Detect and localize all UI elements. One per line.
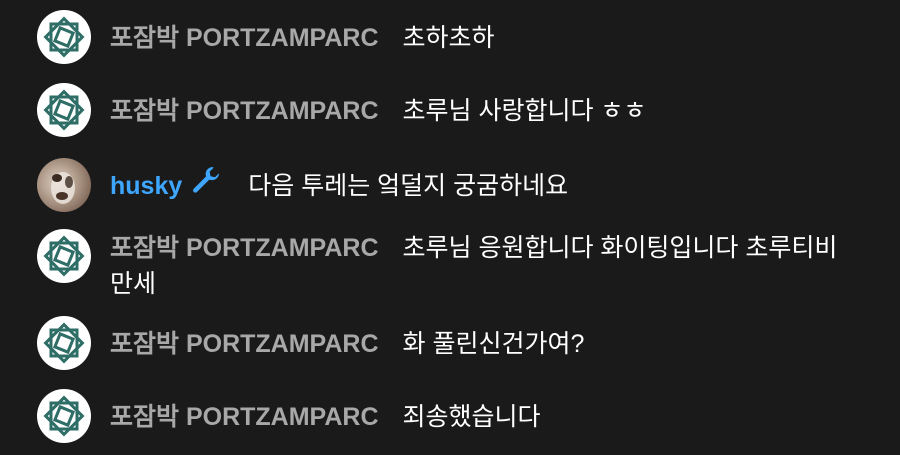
message-text: 화 풀린신건가여? xyxy=(402,330,585,358)
portzamparc-logo-icon xyxy=(43,89,85,131)
portzamparc-logo-icon xyxy=(43,395,85,437)
message-text: 다음 투레는 엌덜지 궁굼하네요 xyxy=(248,172,569,200)
live-chat: 포잠박 PORTZAMPARC 초하초하 포잠박 PORTZAMPARC 초루님 사… xyxy=(0,0,900,455)
avatar[interactable] xyxy=(37,83,91,137)
author-name[interactable]: 포잠박 PORTZAMPARC xyxy=(110,97,379,125)
avatar[interactable] xyxy=(37,158,91,212)
message-text: 죄송했습니다 xyxy=(402,403,541,431)
message-text: 초하초하 xyxy=(402,24,495,52)
portzamparc-logo-icon xyxy=(43,322,85,364)
portzamparc-logo-icon xyxy=(43,235,85,277)
avatar[interactable] xyxy=(37,389,91,443)
avatar[interactable] xyxy=(37,316,91,370)
author-name[interactable]: 포잠박 PORTZAMPARC xyxy=(110,24,379,52)
avatar[interactable] xyxy=(37,229,91,283)
wrench-icon xyxy=(190,165,222,203)
husky-photo-icon xyxy=(51,172,75,204)
author-name[interactable]: 포잠박 PORTZAMPARC xyxy=(110,403,379,431)
avatar[interactable] xyxy=(37,10,91,64)
author-name[interactable]: husky xyxy=(110,172,182,200)
author-name[interactable]: 포잠박 PORTZAMPARC xyxy=(110,330,379,358)
portzamparc-logo-icon xyxy=(43,16,85,58)
message-text: 초루님 사랑합니다 ㅎㅎ xyxy=(402,97,647,125)
author-name[interactable]: 포잠박 PORTZAMPARC xyxy=(110,234,379,262)
